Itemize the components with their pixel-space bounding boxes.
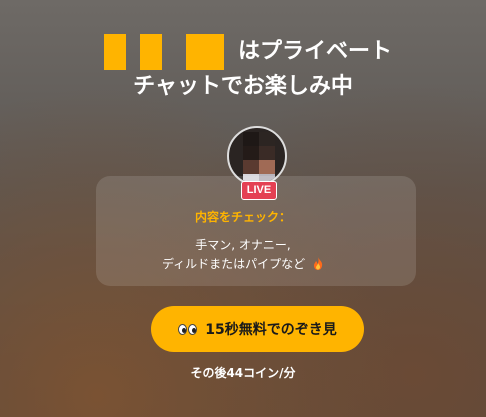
fire-icon xyxy=(314,257,323,270)
content-description: 手マン, オナニー, ディルドまたはパイプなど xyxy=(0,236,486,274)
content-line-2: ディルドまたはパイプなど xyxy=(162,257,306,271)
free-peek-button[interactable]: 15秒無料でのぞき見 xyxy=(151,306,364,352)
content-line-2-wrap: ディルドまたはパイプなど xyxy=(0,255,486,274)
title-line-2: チャットでお楽しみ中 xyxy=(133,74,353,99)
header: はプライベート チャットでお楽しみ中 xyxy=(0,34,486,104)
content-heading: 内容をチェック： xyxy=(194,210,291,224)
title-suffix: はプライベート xyxy=(237,39,392,64)
content-line-1: 手マン, オナニー, xyxy=(195,238,291,252)
free-peek-label: 15秒無料でのぞき見 xyxy=(205,322,337,338)
title-line-1: はプライベート xyxy=(0,34,486,70)
eyes-icon xyxy=(178,323,198,335)
price-note: その後44コイン/分 xyxy=(190,366,296,380)
redacted-username xyxy=(103,34,224,70)
